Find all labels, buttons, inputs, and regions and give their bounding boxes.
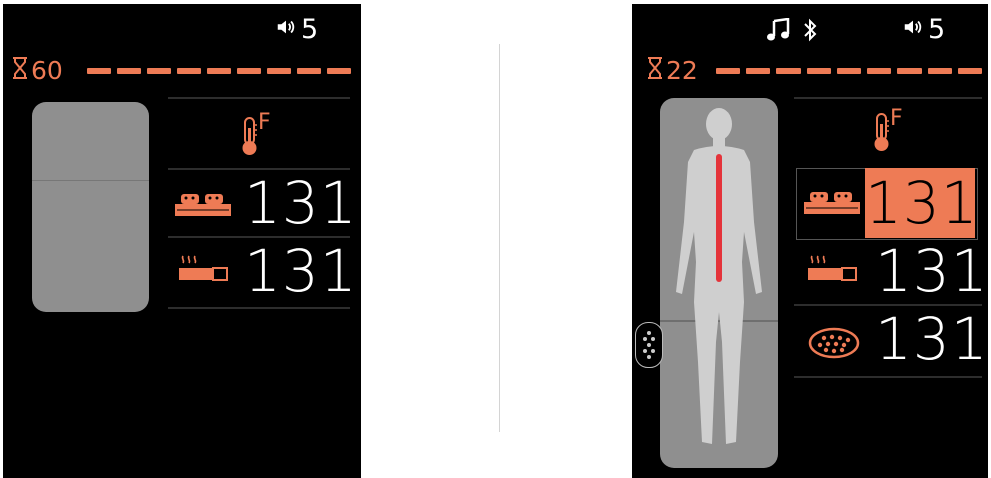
stone-pad-icon (808, 326, 860, 364)
body-silhouette (676, 108, 762, 444)
temperature-unit: F (258, 110, 271, 135)
heater-temp-value[interactable]: 131 (244, 242, 358, 300)
massage-pad-graphic[interactable] (660, 98, 778, 468)
volume-indicator[interactable]: 5 (902, 14, 945, 45)
screen-divider (499, 44, 500, 432)
temperature-unit: F (890, 106, 903, 131)
thermometer-icon: F (240, 110, 271, 160)
bluetooth-icon (802, 16, 818, 48)
mattress-temp-value[interactable]: 131 (865, 168, 978, 238)
side-scroll-handle[interactable] (635, 322, 663, 368)
speaker-icon (902, 14, 924, 45)
hourglass-icon (11, 56, 31, 85)
volume-level: 5 (301, 14, 319, 45)
timer-progress (87, 68, 351, 74)
stone-temp-value[interactable]: 131 (875, 310, 988, 368)
timer-value: 22 (666, 56, 698, 85)
timer-progress (716, 68, 982, 74)
divider (794, 376, 982, 378)
right-controller-screen: 5 22 F 131 131 131 (632, 4, 988, 478)
divider (168, 307, 350, 309)
timer[interactable]: 60 (11, 56, 63, 85)
mattress-temp-value[interactable]: 131 (244, 174, 358, 232)
heater-icon (806, 254, 858, 288)
heater-icon (177, 254, 229, 288)
mattress-icon (802, 188, 862, 222)
divider (794, 97, 982, 99)
left-controller-screen: 5 60 F 131 131 (3, 4, 361, 478)
timer[interactable]: 22 (646, 56, 698, 85)
music-note-icon (766, 17, 792, 46)
divider (168, 97, 350, 99)
speaker-icon (275, 14, 297, 45)
hourglass-icon (646, 56, 666, 85)
volume-level: 5 (928, 14, 946, 45)
volume-indicator[interactable]: 5 (275, 14, 318, 45)
massage-pad-graphic[interactable] (32, 102, 149, 312)
timer-value: 60 (31, 56, 63, 85)
mattress-icon (173, 190, 233, 224)
heater-temp-value[interactable]: 131 (875, 242, 988, 300)
thermometer-icon: F (872, 106, 903, 156)
